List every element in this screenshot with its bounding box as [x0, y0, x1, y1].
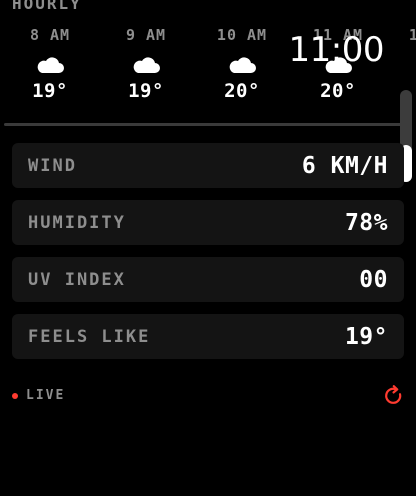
clock-time: 11:00	[288, 30, 385, 70]
stat-label: WIND	[28, 155, 77, 176]
section-title-hourly: HOURLY	[12, 0, 82, 13]
cloud-icon	[229, 57, 256, 73]
hour-temp: 19°	[32, 80, 68, 102]
stat-row-humidity: HUMIDITY 78%	[12, 200, 404, 245]
hourly-item[interactable]: 8 AM 19°	[2, 24, 98, 102]
section-divider	[4, 123, 408, 126]
refresh-icon[interactable]	[383, 385, 405, 407]
hour-temp: 20°	[224, 80, 260, 102]
stat-value: 19°	[344, 323, 388, 350]
stat-label: FEELS LIKE	[28, 326, 151, 347]
hour-temp: 19°	[128, 80, 164, 102]
hour-temp: 20°	[320, 80, 356, 102]
stat-row-uv-index: UV INDEX 00	[12, 257, 404, 302]
live-dot-icon	[12, 392, 18, 399]
live-indicator: LIVE	[12, 388, 65, 403]
hourly-item[interactable]: 10 AM 20°	[194, 24, 290, 102]
live-label: LIVE	[26, 388, 66, 403]
stat-value: 00	[359, 266, 388, 293]
hour-time: 9 AM	[125, 26, 167, 44]
stat-value: 78%	[344, 209, 388, 236]
stat-row-feels-like: FEELS LIKE 19°	[12, 314, 404, 359]
stat-label: UV INDEX	[28, 269, 126, 290]
cloud-icon	[133, 57, 160, 73]
hourly-item[interactable]: 12 PM	[386, 24, 416, 80]
hour-time: 8 AM	[29, 26, 71, 44]
stat-value: 6 KM/H	[301, 152, 388, 179]
hour-time: 10 AM	[216, 26, 268, 44]
hour-time: 12 PM	[408, 26, 416, 44]
stat-row-wind: WIND 6 KM/H	[12, 143, 404, 188]
cloud-icon	[37, 57, 64, 73]
hourly-item[interactable]: 9 AM 19°	[98, 24, 194, 102]
stat-label: HUMIDITY	[28, 212, 126, 233]
